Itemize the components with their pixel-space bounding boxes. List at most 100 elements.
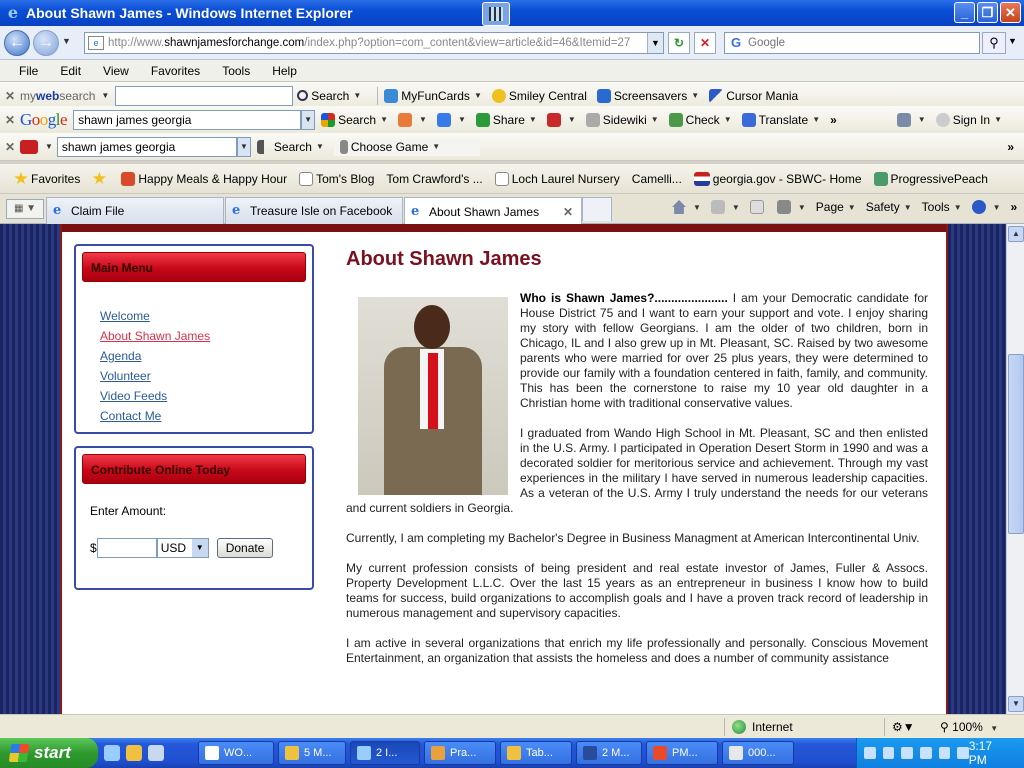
game-search-input[interactable] — [56, 136, 237, 157]
home-button[interactable]: ▼ — [672, 200, 701, 214]
menu-link-welcome[interactable]: Welcome — [100, 306, 312, 326]
search-dropdown-icon[interactable]: ▼ — [353, 91, 361, 100]
wrench-button[interactable]: ▼ — [896, 112, 926, 127]
google-search-button[interactable]: Search ▼ — [321, 112, 388, 127]
menu-link-video-feeds[interactable]: Video Feeds — [100, 386, 312, 406]
menu-help[interactable]: Help — [261, 64, 308, 78]
fav-camelli[interactable]: Camelli... — [632, 172, 682, 186]
page-menu[interactable]: Page ▼ — [816, 200, 856, 214]
mail-button[interactable] — [749, 200, 767, 214]
share-button[interactable]: Share ▼ — [475, 112, 537, 127]
check-dropdown-icon[interactable]: ▼ — [724, 115, 732, 124]
ie-quicklaunch-icon[interactable] — [104, 745, 120, 761]
help-dropdown-icon[interactable]: ▼ — [993, 203, 1001, 212]
tray-icon[interactable] — [938, 747, 951, 759]
smiley-central-button[interactable]: Smiley Central — [491, 88, 587, 103]
cursor-mania-button[interactable]: Cursor Mania — [709, 88, 798, 103]
tray-icon[interactable] — [864, 747, 876, 759]
task-pra[interactable]: Pra... — [424, 741, 496, 765]
game-logo-dropdown-icon[interactable]: ▼ — [45, 142, 53, 151]
amount-input[interactable] — [96, 538, 157, 558]
plus-button[interactable]: ▼ — [436, 112, 466, 127]
tray-icon[interactable] — [882, 747, 895, 759]
tray-icon[interactable] — [901, 747, 913, 759]
vertical-scrollbar[interactable]: ▲ ▼ — [1006, 224, 1024, 714]
scroll-up-icon[interactable]: ▲ — [1008, 226, 1024, 242]
tray-icon[interactable] — [919, 747, 932, 759]
clock[interactable]: 3:17 PM — [969, 739, 1012, 767]
print-dropdown-icon[interactable]: ▼ — [798, 203, 806, 212]
mywebsearch-input[interactable] — [115, 85, 294, 106]
forward-button[interactable]: → — [33, 30, 59, 56]
calculator-icon[interactable] — [482, 2, 510, 26]
new-tab-button[interactable] — [582, 197, 612, 221]
tab-claim-file[interactable]: e Claim File — [46, 197, 224, 224]
close-toolbar-icon[interactable]: ✕ — [0, 89, 20, 103]
bookmark-button[interactable]: ▼ — [398, 112, 427, 127]
help-button[interactable]: ▼ — [971, 200, 1001, 214]
scroll-thumb[interactable] — [1008, 354, 1024, 534]
task-word-docs[interactable]: 2 M... — [576, 741, 642, 765]
start-button[interactable]: start — [0, 738, 98, 768]
currency-select[interactable]: USD ▼ — [156, 538, 209, 558]
url-text[interactable]: http://www.shawnjamesforchange.com/index… — [108, 37, 630, 49]
tab-treasure-isle[interactable]: e Treasure Isle on Facebook — [225, 197, 403, 224]
protected-mode-icon[interactable]: ⚙▼ — [892, 720, 915, 734]
menu-link-volunteer[interactable]: Volunteer — [100, 366, 312, 386]
menu-file[interactable]: File — [8, 64, 49, 78]
url-field[interactable]: e http://www.shawnjamesforchange.com/ind… — [84, 32, 664, 54]
menu-link-about[interactable]: About Shawn James — [100, 326, 312, 346]
choose-game-button[interactable]: Choose Game ▼ — [333, 137, 481, 156]
home-dropdown-icon[interactable]: ▼ — [693, 203, 701, 212]
menu-link-contact[interactable]: Contact Me — [100, 406, 312, 426]
sidewiki-button[interactable]: Sidewiki ▼ — [585, 112, 659, 127]
fav-loch-laurel[interactable]: Loch Laurel Nursery — [494, 171, 620, 186]
task-tab[interactable]: Tab... — [500, 741, 572, 765]
more-tools-chevron-icon[interactable]: » — [830, 113, 837, 127]
zoom-dropdown-icon[interactable]: ▼ — [990, 724, 998, 733]
menu-edit[interactable]: Edit — [49, 64, 92, 78]
screensavers-dropdown-icon[interactable]: ▼ — [691, 91, 699, 100]
menu-link-agenda[interactable]: Agenda — [100, 346, 312, 366]
task-pdf[interactable]: 000... — [722, 741, 794, 765]
game-search-button[interactable]: Search ▼ — [256, 139, 324, 154]
popup-blocker-button[interactable]: ▼ — [546, 112, 576, 127]
search-input[interactable] — [748, 37, 948, 49]
print-button[interactable]: ▼ — [776, 200, 806, 214]
close-game-toolbar-icon[interactable]: ✕ — [0, 140, 20, 154]
tab-about-shawn-james[interactable]: e About Shawn James ✕ — [404, 197, 582, 225]
game-logo-button[interactable]: ▼ — [20, 139, 53, 154]
back-button[interactable]: ← — [4, 30, 30, 56]
popup-dropdown-icon[interactable]: ▼ — [568, 115, 576, 124]
bookmark-dropdown-icon[interactable]: ▼ — [419, 115, 427, 124]
task-ie[interactable]: 2 I... — [350, 741, 420, 765]
mywebsearch-search-button[interactable]: Search ▼ — [297, 89, 361, 103]
tools-menu[interactable]: Tools ▼ — [922, 200, 962, 214]
game-search-dropdown-icon[interactable]: ▼ — [316, 142, 324, 151]
sidewiki-dropdown-icon[interactable]: ▼ — [651, 115, 659, 124]
wrench-dropdown-icon[interactable]: ▼ — [918, 115, 926, 124]
fav-tom-crawford[interactable]: Tom Crawford's ... — [386, 172, 482, 186]
close-google-toolbar-icon[interactable]: ✕ — [0, 113, 20, 127]
fav-progressive-peach[interactable]: ProgressivePeach — [873, 171, 988, 186]
task-mail[interactable]: 5 M... — [278, 741, 346, 765]
safety-menu[interactable]: Safety ▼ — [866, 200, 912, 214]
myfuncards-dropdown-icon[interactable]: ▼ — [474, 91, 482, 100]
security-zone[interactable]: Internet — [732, 720, 793, 734]
donate-button[interactable]: Donate — [216, 538, 274, 558]
translate-button[interactable]: Translate ▼ — [741, 112, 820, 127]
feeds-button[interactable]: ▼ — [710, 200, 740, 214]
menu-tools[interactable]: Tools — [211, 64, 261, 78]
scroll-down-icon[interactable]: ▼ — [1008, 696, 1024, 712]
add-favorite-button[interactable] — [92, 171, 109, 186]
sign-in-button[interactable]: Sign In ▼ — [935, 112, 1002, 127]
screensavers-button[interactable]: Screensavers ▼ — [596, 88, 699, 103]
task-pm[interactable]: PM... — [646, 741, 718, 765]
google-query-dropdown-icon[interactable]: ▼ — [301, 109, 316, 130]
search-box[interactable]: G — [724, 32, 980, 54]
maximize-button[interactable]: ❐ — [977, 2, 998, 23]
brand-dropdown-icon[interactable]: ▼ — [101, 91, 109, 100]
favorites-button[interactable]: Favorites — [14, 171, 80, 186]
google-search-input[interactable] — [73, 109, 302, 130]
zoom-level[interactable]: ⚲ 100% ▼ — [940, 720, 998, 734]
